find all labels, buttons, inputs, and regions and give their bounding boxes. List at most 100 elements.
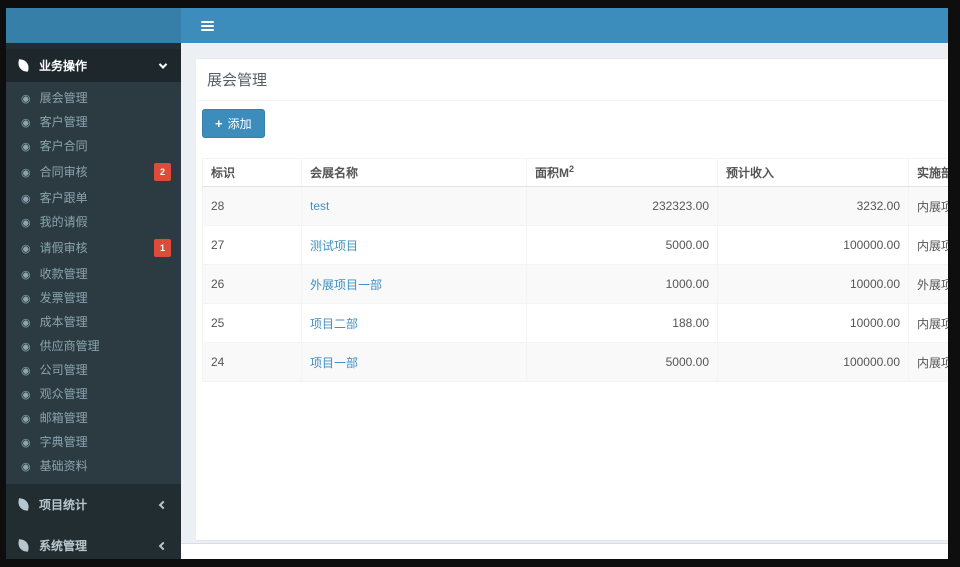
dot-circle-icon: ◉ — [21, 459, 31, 473]
dot-circle-icon: ◉ — [21, 241, 31, 255]
superscript: 2 — [569, 164, 575, 174]
page-footer — [181, 543, 948, 559]
sidebar-item-label: 邮箱管理 — [39, 411, 88, 425]
cell-income: 100000.00 — [717, 342, 909, 382]
column-header-label: 实施部门 — [917, 166, 948, 180]
add-button[interactable]: 添加 — [202, 109, 265, 138]
hamburger-icon[interactable] — [197, 17, 218, 35]
cell-id: 25 — [202, 303, 302, 343]
sidebar-item-label: 观众管理 — [39, 387, 88, 401]
column-header-label: 会展名称 — [310, 166, 359, 180]
exhibition-link[interactable]: 外展项目一部 — [310, 278, 382, 292]
dot-circle-icon: ◉ — [21, 115, 31, 129]
sidebar-item-label: 客户管理 — [39, 115, 88, 129]
sidebar-item[interactable]: ◉ 请假审核 1 — [6, 234, 181, 262]
dot-circle-icon: ◉ — [21, 191, 31, 205]
dot-circle-icon: ◉ — [21, 363, 31, 377]
cell-income: 3232.00 — [717, 186, 909, 226]
cell-id: 24 — [202, 342, 302, 382]
sidebar-section-system-mgmt[interactable]: 系统管理 — [6, 525, 181, 559]
cell-id: 27 — [202, 225, 302, 265]
sidebar-section-business-ops[interactable]: 业务操作 — [6, 49, 181, 82]
exhibition-table: 标识 会展名称 面积M2 预计收入 实施部门 28 test 232323.003232.0… — [202, 158, 948, 382]
dot-circle-icon: ◉ — [21, 165, 31, 179]
sidebar-section-label: 项目统计 — [39, 498, 88, 512]
sidebar-item[interactable]: ◉ 我的请假 — [6, 210, 181, 234]
sidebar-item[interactable]: ◉ 客户跟单 — [6, 186, 181, 210]
logo-area — [6, 8, 181, 43]
sidebar-item[interactable]: ◉ 客户合同 — [6, 134, 181, 158]
sidebar-item-label: 公司管理 — [39, 363, 88, 377]
sidebar-item[interactable]: ◉ 客户管理 — [6, 110, 181, 134]
sidebar-item-label: 展会管理 — [39, 91, 88, 105]
notification-badge: 2 — [153, 163, 171, 181]
exhibition-link[interactable]: 测试项目 — [310, 239, 358, 253]
dot-circle-icon: ◉ — [21, 339, 31, 353]
table-row: 24 项目一部 5000.00100000.00内展项目 — [202, 342, 948, 382]
cell-area: 232323.00 — [526, 186, 718, 226]
sidebar-item[interactable]: ◉ 合同审核 2 — [6, 158, 181, 186]
sidebar-item-label: 收款管理 — [39, 267, 88, 281]
cell-area: 5000.00 — [526, 342, 718, 382]
leaf-icon — [17, 59, 30, 72]
cell-id: 28 — [202, 186, 302, 226]
page-title: 展会管理 — [207, 72, 268, 89]
chevron-down-icon — [158, 59, 168, 69]
content-box: 展会管理 添加 标识 会展名称 面积M2 预计收入 实施部门 28 test 232323.… — [196, 58, 948, 540]
cell-name: 外展项目一部 — [301, 264, 527, 304]
chevron-left-icon — [158, 500, 168, 509]
sidebar-item-label: 字典管理 — [39, 435, 88, 449]
sidebar-item-label: 基础资料 — [39, 459, 88, 473]
sidebar-item[interactable]: ◉ 观众管理 — [6, 382, 181, 406]
dot-circle-icon: ◉ — [21, 411, 31, 425]
sidebar-item-label: 我的请假 — [39, 215, 88, 229]
table-row: 25 项目二部 188.0010000.00内展项目 — [202, 303, 948, 343]
dot-circle-icon: ◉ — [21, 215, 31, 229]
notification-badge: 1 — [153, 239, 171, 257]
sidebar-item[interactable]: ◉ 展会管理 — [6, 86, 181, 110]
sidebar-item[interactable]: ◉ 字典管理 — [6, 430, 181, 454]
add-button-label: 添加 — [227, 117, 252, 131]
content-area: 展会管理 添加 标识 会展名称 面积M2 预计收入 实施部门 28 test 232323.… — [181, 43, 948, 559]
exhibition-link[interactable]: test — [310, 199, 329, 213]
navbar — [181, 8, 948, 43]
sidebar-item-label: 请假审核 — [39, 241, 88, 255]
column-header: 标识 — [202, 158, 302, 187]
sidebar-item[interactable]: ◉ 收款管理 — [6, 262, 181, 286]
dot-circle-icon: ◉ — [21, 387, 31, 401]
column-header-label: 面积M — [535, 166, 569, 180]
dot-circle-icon: ◉ — [21, 315, 31, 329]
box-header: 展会管理 — [196, 59, 948, 101]
sidebar-item-label: 发票管理 — [39, 291, 88, 305]
sidebar-item[interactable]: ◉ 供应商管理 — [6, 334, 181, 358]
column-header: 面积M2 — [526, 158, 718, 187]
sidebar-section-project-stats[interactable]: 项目统计 — [6, 484, 181, 525]
sidebar-item[interactable]: ◉ 成本管理 — [6, 310, 181, 334]
sidebar-item[interactable]: ◉ 发票管理 — [6, 286, 181, 310]
column-header: 预计收入 — [717, 158, 909, 187]
cell-name: 项目二部 — [301, 303, 527, 343]
sidebar-item-label: 成本管理 — [39, 315, 88, 329]
sidebar-item-label: 客户合同 — [39, 139, 88, 153]
sidebar-item-label: 合同审核 — [39, 165, 88, 179]
cell-dept: 内展项目 — [908, 303, 948, 343]
top-navbar — [6, 8, 948, 43]
plus-icon — [215, 118, 223, 130]
sidebar-item[interactable]: ◉ 邮箱管理 — [6, 406, 181, 430]
exhibition-link[interactable]: 项目二部 — [310, 317, 358, 331]
sidebar-item[interactable]: ◉ 公司管理 — [6, 358, 181, 382]
sidebar-section-label: 系统管理 — [39, 539, 88, 553]
cell-income: 100000.00 — [717, 225, 909, 265]
sidebar-item-label: 供应商管理 — [39, 339, 100, 353]
exhibition-link[interactable]: 项目一部 — [310, 356, 358, 370]
cell-income: 10000.00 — [717, 264, 909, 304]
table-header-row: 标识 会展名称 面积M2 预计收入 实施部门 — [202, 158, 948, 187]
sidebar-item[interactable]: ◉ 基础资料 — [6, 454, 181, 478]
table-row: 27 测试项目 5000.00100000.00内展项目 — [202, 225, 948, 265]
leaf-icon — [17, 539, 30, 552]
cell-dept: 内展项目 — [908, 342, 948, 382]
cell-area: 188.00 — [526, 303, 718, 343]
box-body: 添加 标识 会展名称 面积M2 预计收入 实施部门 28 test 232323.00323… — [196, 101, 948, 390]
dot-circle-icon: ◉ — [21, 291, 31, 305]
cell-name: test — [301, 186, 527, 226]
